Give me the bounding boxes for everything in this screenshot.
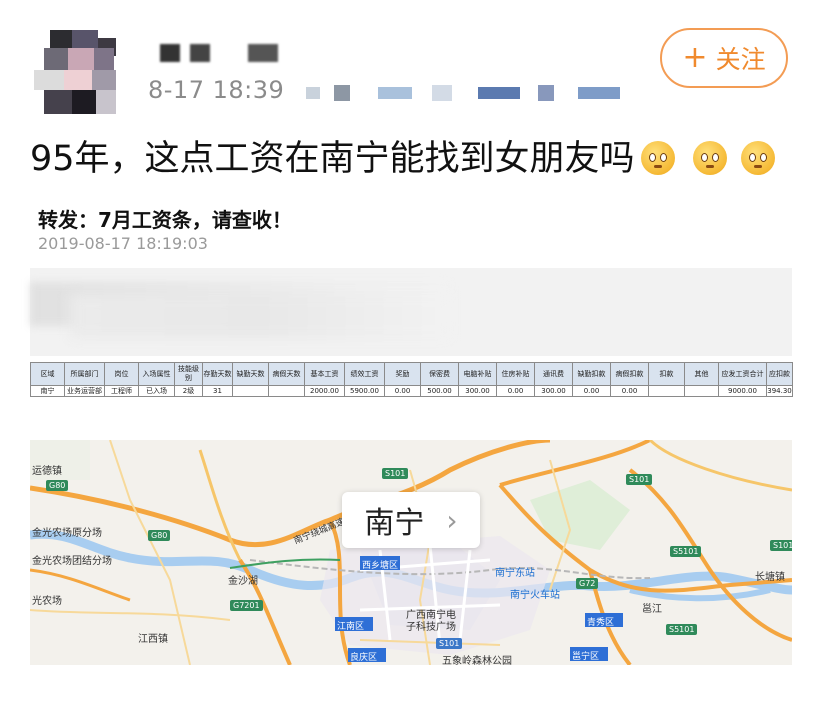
payslip-cell: 0.00 [572, 385, 611, 397]
map-district-label: 邕宁区 [572, 652, 600, 662]
payslip-cell: 31 [202, 385, 233, 397]
payslip-cell: 394.30 [766, 385, 793, 397]
payslip-cell [648, 385, 685, 397]
payslip-cell: 已入场 [138, 385, 175, 397]
blurred-content-band [30, 268, 792, 356]
highway-shield: G80 [46, 480, 69, 491]
map-label: 运德镇 [32, 466, 62, 477]
plus-icon: + [682, 40, 708, 75]
payslip-header-cell: 扣款 [648, 362, 685, 386]
highway-shield: S5101 [666, 624, 698, 635]
payslip-header-cell: 存勤天数 [202, 362, 233, 386]
map-label: 金光农场原分场 [32, 528, 102, 539]
payslip-header-cell: 所属部门 [64, 362, 105, 386]
highway-shield: S101 [770, 540, 792, 551]
payslip-header-cell: 电脑补贴 [458, 362, 497, 386]
username-blurred[interactable] [160, 44, 300, 66]
payslip-header-cell: 技能级别 [174, 362, 203, 386]
payslip-cell: 工程师 [104, 385, 139, 397]
payslip-cell: 300.00 [458, 385, 497, 397]
payslip-data-row: 南宁 业务运营部 工程师 已入场 2级 31 2000.00 5900.00 0… [30, 385, 793, 397]
payslip-cell: 0.00 [610, 385, 649, 397]
highway-shield: S101 [436, 638, 463, 649]
payslip-cell: 业务运营部 [64, 385, 105, 397]
payslip-cell: 2000.00 [304, 385, 345, 397]
follow-label: 关注 [715, 45, 766, 74]
map-district-label: 良庆区 [350, 653, 378, 663]
payslip-cell: 南宁 [30, 385, 65, 397]
payslip-header-cell: 奖励 [384, 362, 421, 386]
payslip-cell: 5900.00 [344, 385, 385, 397]
sad-face-emoji-icon [692, 141, 727, 175]
payslip-header-cell: 缺勤扣款 [572, 362, 611, 386]
highway-shield: G7201 [230, 600, 263, 611]
city-map[interactable]: 运德镇 金光农场原分场 金光农场团结分场 光农场 金沙湖 江西镇 西乡塘区 江南… [30, 440, 792, 665]
repost-time: 2019-08-17 18:19:03 [38, 234, 208, 253]
highway-shield: S5101 [670, 546, 702, 557]
payslip-header-cell: 绩效工资 [344, 362, 385, 386]
map-label: 金沙湖 [228, 576, 258, 587]
payslip-header-cell: 应扣款 [766, 362, 793, 386]
map-station-label: 南宁火车站 [510, 590, 560, 601]
payslip-header-cell: 区域 [30, 362, 65, 386]
map-station-label: 南宁东站 [495, 568, 535, 579]
payslip-cell: 2级 [174, 385, 203, 397]
payslip-header-cell: 应发工资合计 [718, 362, 767, 386]
payslip-header-cell: 岗位 [104, 362, 139, 386]
payslip-cell: 0.00 [384, 385, 421, 397]
payslip-cell: 300.00 [534, 385, 573, 397]
map-label: 光农场 [32, 596, 62, 607]
map-label: 五象岭森林公园 [442, 656, 512, 665]
map-label: 子科技广场 [406, 622, 456, 633]
payslip-cell [268, 385, 305, 397]
payslip-cell: 9000.00 [718, 385, 767, 397]
payslip-header-cell: 病假扣款 [610, 362, 649, 386]
map-district-label: 西乡塘区 [362, 561, 399, 571]
map-label: 邕江 [642, 604, 662, 615]
payslip-header-cell: 住房补贴 [496, 362, 535, 386]
payslip-header-cell: 缺勤天数 [232, 362, 269, 386]
city-card[interactable]: 南宁 › [342, 492, 480, 548]
repost-title[interactable]: 转发：7月工资条，请查收！ [38, 204, 292, 233]
map-label: 江西镇 [138, 634, 168, 645]
payslip-header-cell: 病假天数 [268, 362, 305, 386]
highway-shield: G80 [148, 530, 171, 541]
payslip-cell: 500.00 [420, 385, 459, 397]
payslip-table: 区域 所属部门 岗位 入场属性 技能级别 存勤天数 缺勤天数 病假天数 基本工资… [30, 362, 793, 397]
chevron-right-icon: › [446, 503, 458, 537]
post-text-content: 95年，这点工资在南宁能找到女朋友吗 [30, 139, 635, 179]
payslip-header-cell: 通讯费 [534, 362, 573, 386]
payslip-cell [232, 385, 269, 397]
payslip-cell [684, 385, 719, 397]
sad-face-emoji-icon [740, 141, 775, 175]
highway-shield: G72 [576, 578, 599, 589]
map-label: 金光农场团结分场 [32, 556, 112, 567]
payslip-cell: 0.00 [496, 385, 535, 397]
map-label: 长塘镇 [755, 572, 785, 583]
payslip-header-cell: 基本工资 [304, 362, 345, 386]
avatar[interactable] [34, 30, 118, 114]
sad-face-emoji-icon [640, 141, 675, 175]
post-source-blurred [300, 85, 630, 101]
follow-button[interactable]: + 关注 [660, 28, 788, 88]
post-text: 95年，这点工资在南宁能找到女朋友吗 [30, 130, 775, 181]
map-district-label: 青秀区 [587, 618, 615, 628]
payslip-header-cell: 其他 [684, 362, 719, 386]
post-timestamp: 8-17 18:39 [148, 76, 285, 104]
highway-shield: S101 [626, 474, 653, 485]
payslip-header-cell: 入场属性 [138, 362, 175, 386]
payslip-header-row: 区域 所属部门 岗位 入场属性 技能级别 存勤天数 缺勤天数 病假天数 基本工资… [30, 362, 793, 386]
highway-shield: S101 [382, 468, 409, 479]
map-district-label: 江南区 [337, 622, 365, 632]
city-card-label: 南宁 [364, 506, 425, 541]
payslip-header-cell: 保密费 [420, 362, 459, 386]
